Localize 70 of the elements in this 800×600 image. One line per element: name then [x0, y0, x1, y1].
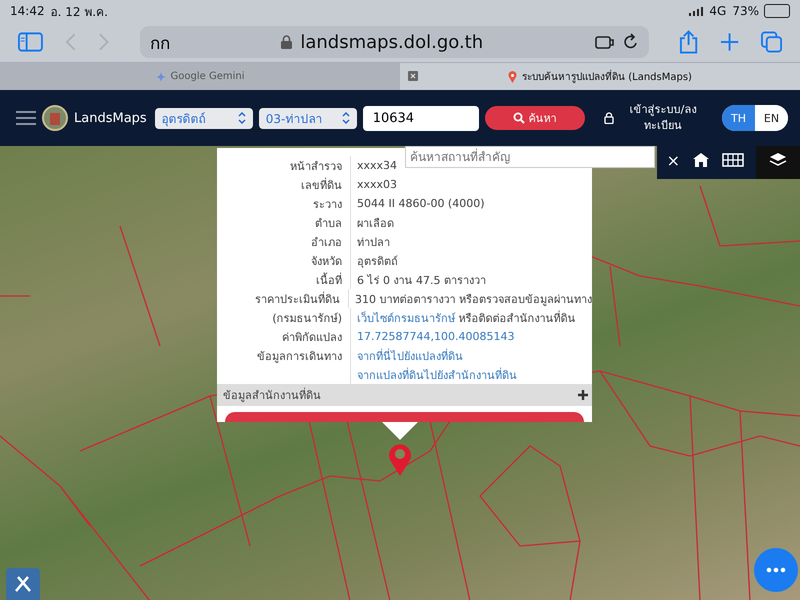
district-select[interactable]: 03-ท่าปลา [258, 108, 357, 128]
battery-icon [764, 4, 790, 18]
field-value: 6 ไร่ 0 งาน 47.5 ตารางวา [357, 274, 486, 286]
field-label: จังหวัด [311, 254, 342, 270]
field-value: 5044 II 4860-00 (4000) [357, 197, 485, 210]
brand-name: LandsMaps [74, 110, 147, 126]
address-bar[interactable]: กก landsmaps.dol.go.th [140, 26, 649, 58]
status-date: อ. 12 พ.ค. [50, 4, 108, 20]
login-link[interactable]: เข้าสู่ระบบ/ลงทะเบียน [620, 102, 706, 134]
location-pin-icon [388, 442, 412, 476]
place-search-field[interactable]: ค้นหาสถานที่สำคัญ [405, 146, 655, 168]
signal-icon [689, 6, 704, 16]
language-toggle[interactable]: TH [722, 105, 755, 131]
close-icon[interactable] [408, 71, 418, 81]
more-icon [766, 567, 786, 573]
field-label: ราคาประเมินที่ดิน [255, 290, 340, 308]
close-button[interactable]: × [666, 150, 680, 170]
field-value: อุตรดิตถ์ [357, 254, 398, 268]
field-value: ผาเลือด [357, 216, 394, 230]
lock-icon [604, 112, 614, 124]
field-label: อำเภอ [311, 234, 342, 250]
chevron-icon [342, 112, 350, 124]
menu-icon[interactable] [16, 111, 36, 125]
search-icon [512, 112, 525, 124]
field-value: xxxx03 [357, 178, 398, 191]
reader-button[interactable]: กก [150, 28, 170, 56]
field-label: ระวาง [313, 196, 342, 212]
url-text: landsmaps.dol.go.th [300, 32, 484, 52]
field-value: ท่าปลา [357, 236, 390, 248]
plus-icon [578, 390, 588, 400]
field-label: (กรมธนารักษ์) [272, 310, 342, 326]
draw-tool-button[interactable] [6, 568, 40, 600]
reload-icon[interactable] [622, 33, 639, 51]
search-button[interactable]: ค้นหา [484, 106, 585, 130]
province-select[interactable]: อุตรดิตถ์ [154, 108, 253, 128]
info-link[interactable]: 17.72587744,100.40085143 [357, 330, 514, 343]
field-label: ตำบล [315, 216, 342, 232]
extension-icon[interactable] [594, 34, 615, 50]
battery-percent: 73% [732, 4, 759, 18]
info-link[interactable]: จากแปลงที่ดินไปยังสำนักงานที่ดิน [357, 368, 517, 382]
popup-pointer [382, 422, 418, 440]
plus-icon[interactable] [720, 32, 739, 52]
browser-tab[interactable]: Google Gemini [0, 63, 400, 90]
field-value: 310 บาทต่อตารางวา หรือตรวจสอบข้อมูลผ่านทาง [355, 292, 592, 306]
info-link[interactable]: จากที่นี่ไปยังแปลงที่ดิน [357, 350, 463, 362]
chevron-icon [238, 112, 246, 124]
parcel-number-field[interactable]: 10634 [362, 106, 479, 130]
land-office-section[interactable]: ข้อมูลสำนักงานที่ดิน [217, 384, 592, 406]
field-value: xxxx34 [357, 159, 398, 172]
sparkle-icon [156, 72, 166, 82]
share-icon[interactable] [678, 30, 698, 54]
field-value: หรือติดต่อสำนักงานที่ดิน [457, 312, 576, 324]
home-icon[interactable] [692, 152, 710, 168]
layers-button[interactable] [756, 146, 800, 179]
info-link[interactable]: เว็บไซต์กรมธนารักษ์ [357, 312, 455, 324]
sidebar-icon[interactable] [18, 32, 43, 52]
field-label: ค่าพิกัดแปลง [282, 330, 342, 346]
field-label: หน้าสำรวจ [290, 158, 342, 174]
tabs-icon[interactable] [760, 31, 782, 53]
field-label: เนื้อที่ [316, 272, 342, 288]
layers-icon [769, 152, 787, 168]
emblem-icon [42, 105, 68, 131]
network-label: 4G [709, 4, 726, 18]
lock-icon [281, 35, 292, 49]
pin-icon [508, 70, 518, 82]
field-label: เลขที่ดิน [301, 176, 342, 194]
browser-tab[interactable]: ระบบค้นหารูปแปลงที่ดิน (LandsMaps) [400, 63, 800, 90]
field-label: ข้อมูลการเดินทาง [257, 348, 342, 364]
grid-icon[interactable] [722, 153, 744, 167]
status-time: 14:42 [10, 4, 45, 18]
